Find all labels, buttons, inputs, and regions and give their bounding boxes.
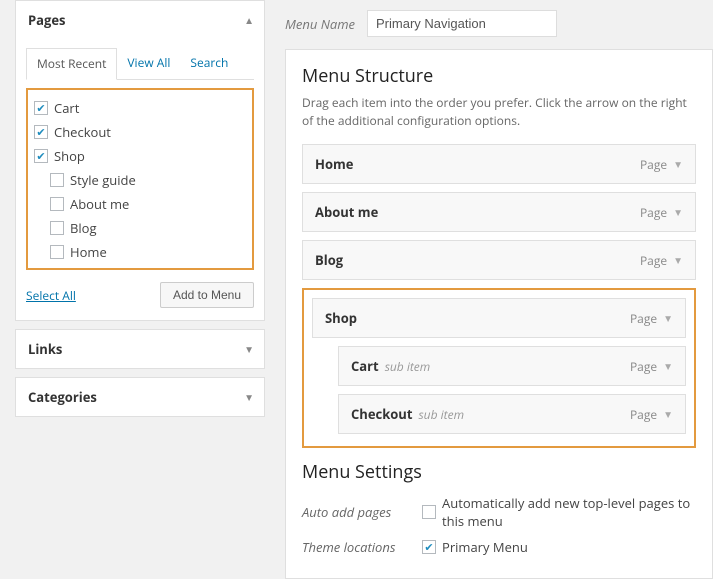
page-label: Blog (70, 219, 97, 237)
page-row: Home (32, 240, 248, 264)
expand-icon: ▼ (244, 390, 254, 404)
page-checkbox[interactable] (50, 221, 64, 235)
menu-item-type: Page (630, 358, 657, 375)
page-row: Shop (32, 144, 248, 168)
menu-item-type: Page (640, 204, 667, 221)
page-checkbox[interactable] (34, 125, 48, 139)
links-title: Links (28, 340, 62, 358)
sub-item-label: sub item (419, 406, 465, 423)
links-metabox: Links ▼ (15, 329, 265, 369)
theme-locations-label: Theme locations (302, 538, 422, 556)
pages-highlight-box: Cart Checkout Shop Style guide About me Blog H… (26, 88, 254, 270)
auto-add-option-text: Automatically add new top-level pages to… (442, 494, 696, 530)
page-row: Cart (32, 96, 248, 120)
page-checkbox[interactable] (50, 197, 64, 211)
menu-item[interactable]: About me Page ▼ (302, 192, 696, 232)
menu-name-label: Menu Name (285, 15, 355, 33)
menu-item-title: Shop (325, 309, 357, 327)
sub-item-label: sub item (385, 358, 431, 375)
page-label: Home (70, 243, 107, 261)
theme-location-checkbox[interactable] (422, 540, 436, 554)
menu-items-container: Home Page ▼ About me Page ▼ Blog Page ▼ (302, 144, 696, 280)
page-row: Style guide (32, 168, 248, 192)
page-checkbox[interactable] (50, 173, 64, 187)
categories-metabox: Categories ▼ (15, 377, 265, 417)
chevron-down-icon[interactable]: ▼ (663, 407, 673, 421)
collapse-icon: ▲ (244, 13, 254, 27)
menu-item-type: Page (630, 310, 657, 327)
tab-search[interactable]: Search (180, 48, 238, 80)
auto-add-checkbox[interactable] (422, 505, 436, 519)
pages-checklist[interactable]: Cart Checkout Shop Style guide About me Blog H… (32, 96, 248, 266)
menu-item-title: Cart (351, 357, 379, 375)
links-accordion-toggle[interactable]: Links ▼ (16, 330, 264, 368)
page-row: About me (32, 192, 248, 216)
theme-location-option-text: Primary Menu (442, 538, 528, 556)
page-label: Shop (54, 147, 85, 165)
menu-item[interactable]: Home Page ▼ (302, 144, 696, 184)
page-label: Style guide (70, 171, 136, 189)
chevron-down-icon[interactable]: ▼ (663, 311, 673, 325)
tab-most-recent[interactable]: Most Recent (26, 48, 117, 80)
chevron-down-icon[interactable]: ▼ (673, 205, 683, 219)
page-row: Blog (32, 216, 248, 240)
page-checkbox[interactable] (34, 101, 48, 115)
menu-item[interactable]: Checkout sub item Page ▼ (338, 394, 686, 434)
menu-item-type: Page (640, 156, 667, 173)
chevron-down-icon[interactable]: ▼ (663, 359, 673, 373)
select-all-link[interactable]: Select All (26, 287, 76, 304)
page-label: About me (70, 195, 129, 213)
page-checkbox[interactable] (34, 149, 48, 163)
menu-item-title: Home (315, 155, 353, 173)
menu-item[interactable]: Shop Page ▼ (312, 298, 686, 338)
menu-item[interactable]: Blog Page ▼ (302, 240, 696, 280)
page-label: Cart (54, 99, 79, 117)
page-label: Checkout (54, 123, 111, 141)
page-row: Checkout (32, 120, 248, 144)
tab-view-all[interactable]: View All (117, 48, 180, 80)
expand-icon: ▼ (244, 342, 254, 356)
settings-heading: Menu Settings (302, 460, 696, 484)
menu-item-title: Blog (315, 251, 343, 269)
pages-title: Pages (28, 11, 66, 29)
categories-title: Categories (28, 388, 97, 406)
menu-name-row: Menu Name (285, 0, 713, 49)
menu-item-title: Checkout (351, 405, 413, 423)
structure-heading: Menu Structure (302, 64, 696, 88)
menu-name-input[interactable] (367, 10, 557, 37)
add-to-menu-button[interactable]: Add to Menu (160, 282, 254, 308)
menu-items-highlight-box: Shop Page ▼ Cart sub item Page ▼ Checkout sub it… (302, 288, 696, 448)
pages-metabox: Pages ▲ Most Recent View All Search Cart… (15, 0, 265, 321)
chevron-down-icon[interactable]: ▼ (673, 253, 683, 267)
menu-item-title: About me (315, 203, 378, 221)
menu-item[interactable]: Cart sub item Page ▼ (338, 346, 686, 386)
menu-item-type: Page (630, 406, 657, 423)
menu-frame: Menu Structure Drag each item into the o… (285, 49, 713, 579)
page-row: dw question & answer (32, 264, 248, 266)
pages-accordion-toggle[interactable]: Pages ▲ (16, 1, 264, 39)
pages-tabs: Most Recent View All Search (26, 47, 254, 80)
page-checkbox[interactable] (50, 245, 64, 259)
categories-accordion-toggle[interactable]: Categories ▼ (16, 378, 264, 416)
menu-item-type: Page (640, 252, 667, 269)
chevron-down-icon[interactable]: ▼ (673, 157, 683, 171)
structure-description: Drag each item into the order you prefer… (302, 94, 696, 130)
auto-add-label: Auto add pages (302, 503, 422, 521)
